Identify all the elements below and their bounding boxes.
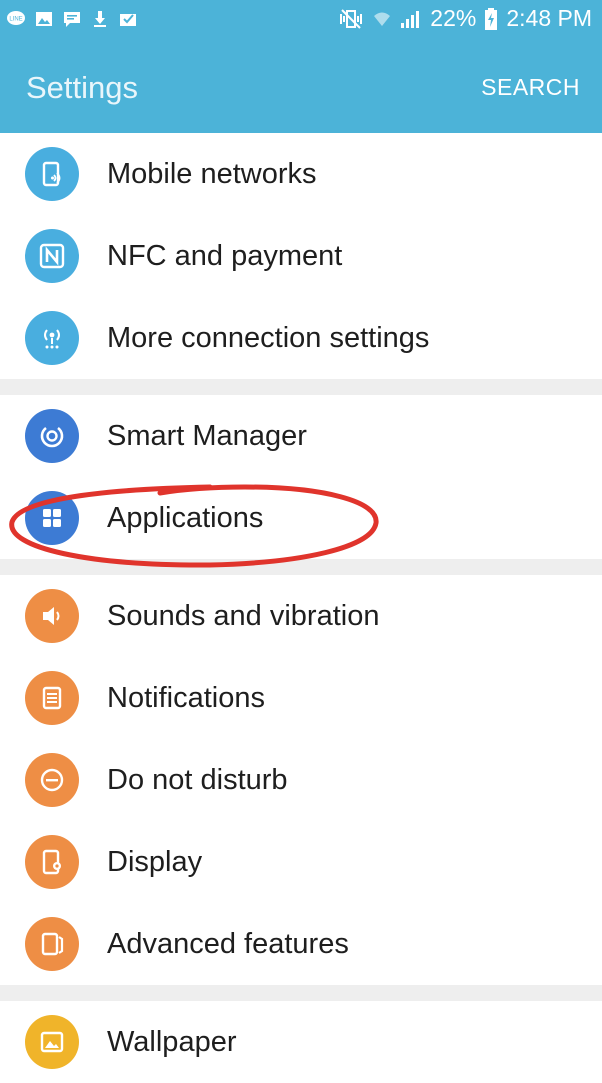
mute-vibrate-icon (340, 8, 363, 29)
battery-percent: 22% (430, 5, 477, 31)
clock: 2:48 PM (506, 5, 592, 31)
mail-check-icon (120, 14, 136, 26)
app-bar: Settings SEARCH (0, 42, 602, 133)
settings-item-wallpaper[interactable]: Wallpaper (0, 1001, 602, 1083)
settings-item-mobile-networks[interactable]: Mobile networks (0, 133, 602, 215)
status-bar: LINE 22% 2:48 PM (0, 0, 602, 42)
notification-icons: LINE (6, 9, 138, 29)
notification-icon (25, 671, 79, 725)
settings-item-label: Display (107, 845, 203, 878)
section-divider (0, 379, 602, 395)
display-icon (25, 835, 79, 889)
settings-item-display[interactable]: Display (0, 821, 602, 903)
settings-group-device-care: Smart Manager Applications (0, 395, 602, 559)
page-title: Settings (26, 70, 139, 105)
battery-charging-icon (485, 7, 498, 30)
settings-group-personalization: Wallpaper (0, 1001, 602, 1083)
settings-item-label: Do not disturb (107, 763, 288, 796)
settings-item-label: Notifications (107, 681, 265, 714)
settings-item-label: Smart Manager (107, 419, 307, 452)
connection-antenna-icon (25, 311, 79, 365)
settings-item-notifications[interactable]: Notifications (0, 657, 602, 739)
wifi-icon (374, 12, 391, 26)
mobile-network-icon (25, 147, 79, 201)
settings-list: Mobile networks NFC and payment More con… (0, 133, 602, 1083)
download-icon (94, 11, 106, 27)
image-icon (36, 12, 52, 26)
advanced-features-icon (25, 917, 79, 971)
nfc-icon (25, 229, 79, 283)
signal-icon (401, 10, 420, 28)
wallpaper-icon (25, 1015, 79, 1069)
settings-item-label: Wallpaper (107, 1025, 237, 1058)
settings-item-do-not-disturb[interactable]: Do not disturb (0, 739, 602, 821)
settings-item-smart-manager[interactable]: Smart Manager (0, 395, 602, 477)
section-divider (0, 985, 602, 1001)
settings-item-sounds[interactable]: Sounds and vibration (0, 575, 602, 657)
apps-grid-icon (25, 491, 79, 545)
settings-item-applications[interactable]: Applications (0, 477, 602, 559)
settings-item-label: Applications (107, 501, 264, 534)
settings-item-nfc[interactable]: NFC and payment (0, 215, 602, 297)
settings-group-device: Sounds and vibration Notifications Do no… (0, 575, 602, 985)
smart-manager-icon (25, 409, 79, 463)
system-status: 22% 2:48 PM (338, 5, 592, 32)
settings-item-advanced-features[interactable]: Advanced features (0, 903, 602, 985)
line-app-icon: LINE (7, 11, 25, 25)
speaker-icon (25, 589, 79, 643)
settings-item-label: Mobile networks (107, 157, 317, 190)
settings-item-label: Sounds and vibration (107, 599, 380, 632)
svg-text:LINE: LINE (9, 17, 22, 23)
message-icon (64, 12, 80, 27)
settings-item-label: Advanced features (107, 927, 349, 960)
search-button[interactable]: SEARCH (481, 74, 580, 101)
settings-item-more-connections[interactable]: More connection settings (0, 297, 602, 379)
settings-item-label: More connection settings (107, 321, 430, 354)
section-divider (0, 559, 602, 575)
settings-group-connections: Mobile networks NFC and payment More con… (0, 133, 602, 379)
do-not-disturb-icon (25, 753, 79, 807)
settings-item-label: NFC and payment (107, 239, 343, 272)
